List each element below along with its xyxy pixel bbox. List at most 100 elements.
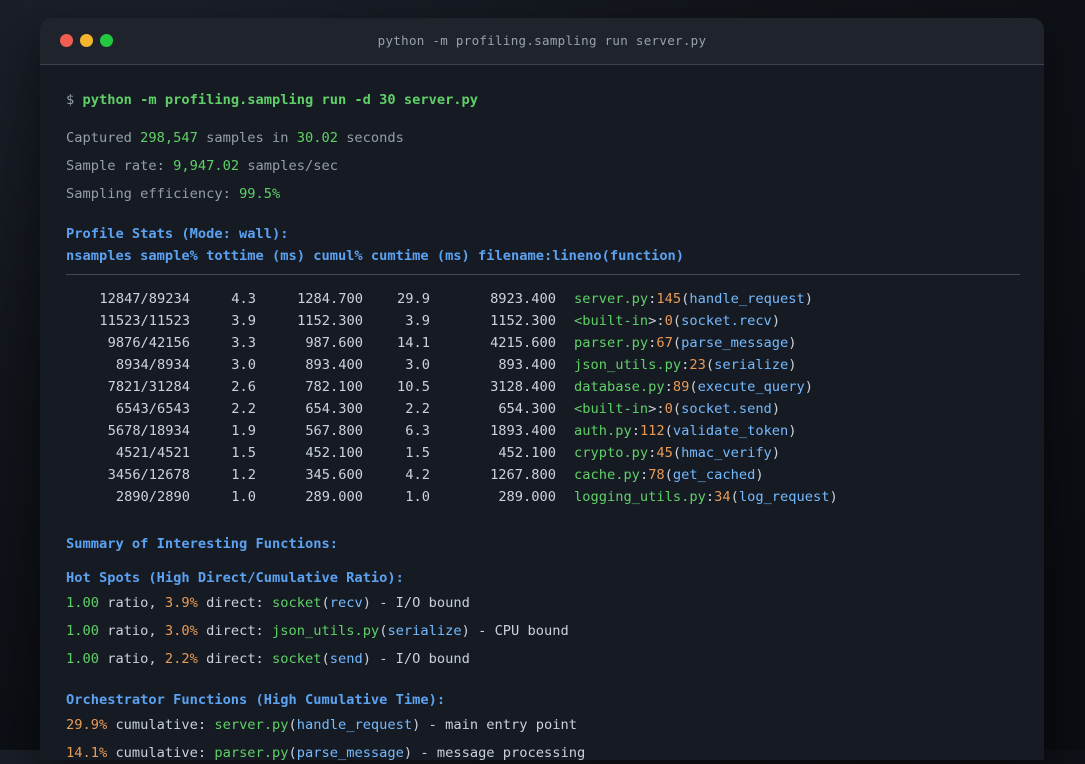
table-cell: 1.0 bbox=[231, 489, 256, 505]
text-segment: execute_query bbox=[697, 379, 805, 395]
table-cell: 1.0 bbox=[405, 489, 430, 505]
orchestrator-line: 14.1% cumulative: parser.py(parse_messag… bbox=[66, 742, 1020, 764]
table-row: 7821/31284 2.6 782.100 10.5 3128.400 database… bbox=[66, 376, 1020, 398]
text-segment: 298,547 bbox=[140, 130, 198, 146]
table-row: 6543/6543 2.2 654.300 2.2 654.300 <built-in>:… bbox=[66, 398, 1020, 420]
table-cell: 3.9 bbox=[405, 313, 430, 329]
text-segment: ) bbox=[829, 489, 838, 505]
text-segment: 14.1% bbox=[66, 745, 108, 761]
table-cell: 2890/2890 bbox=[115, 489, 190, 505]
text-segment: ratio, bbox=[98, 595, 165, 611]
text-segment: 30.02 bbox=[296, 130, 338, 146]
table-cell: 11523/11523 bbox=[99, 313, 190, 329]
table-cell: 1.9 bbox=[231, 423, 256, 439]
table-cell: 893.400 bbox=[305, 357, 363, 373]
command-line: $ python -m profiling.sampling run -d 30… bbox=[66, 89, 1020, 111]
text-segment: validate_token bbox=[672, 423, 789, 439]
table-cell: 4521/4521 bbox=[115, 445, 190, 461]
text-segment: 3.9% bbox=[164, 595, 198, 611]
text-segment: ( bbox=[321, 595, 330, 611]
text-segment: ) bbox=[755, 467, 764, 483]
table-cell: 345.600 bbox=[305, 467, 363, 483]
table-cell: 14.1 bbox=[397, 335, 430, 351]
function-cell: json_utils.py:23(serialize) bbox=[574, 357, 797, 373]
table-cell: 1267.800 bbox=[490, 467, 556, 483]
terminal-window: python -m profiling.sampling run server.… bbox=[40, 18, 1044, 761]
text-segment: 89 bbox=[672, 379, 690, 395]
text-segment: cache.py bbox=[574, 467, 640, 483]
capture-stats-line: Captured 298,547 samples in 30.02 second… bbox=[66, 127, 1020, 149]
text-segment: ratio, bbox=[98, 651, 165, 667]
text-segment: socket.recv bbox=[681, 313, 772, 329]
table-cell: 2.6 bbox=[231, 379, 256, 395]
text-segment: ( bbox=[672, 335, 682, 351]
function-cell: server.py:145(handle_request) bbox=[574, 291, 813, 307]
table-cell: 452.100 bbox=[305, 445, 363, 461]
text-segment: socket bbox=[272, 651, 322, 667]
table-cell: 3456/12678 bbox=[107, 467, 190, 483]
table-row: 4521/4521 1.5 452.100 1.5 452.100 crypto.py:4… bbox=[66, 442, 1020, 464]
text-segment: handle_request bbox=[296, 717, 413, 733]
window-title: python -m profiling.sampling run server.… bbox=[377, 33, 707, 48]
function-cell: database.py:89(execute_query) bbox=[574, 379, 813, 395]
table-cell: 987.600 bbox=[305, 335, 363, 351]
table-cell: 1.2 bbox=[231, 467, 256, 483]
text-segment: get_cached bbox=[672, 467, 756, 483]
command-text: python -m profiling.sampling run -d 30 s… bbox=[82, 92, 479, 108]
text-segment: ( bbox=[672, 445, 682, 461]
text-segment: direct: bbox=[197, 651, 273, 667]
text-segment: socket.send bbox=[681, 401, 772, 417]
table-cell: 8934/8934 bbox=[115, 357, 190, 373]
text-segment: 45 bbox=[656, 445, 673, 461]
text-segment: 0 bbox=[664, 313, 673, 329]
text-segment: database.py bbox=[574, 379, 665, 395]
table-cell: 10.5 bbox=[397, 379, 430, 395]
table-cell: 654.300 bbox=[498, 401, 556, 417]
text-segment: 112 bbox=[639, 423, 665, 439]
table-row: 3456/12678 1.2 345.600 4.2 1267.800 cache.py:… bbox=[66, 464, 1020, 486]
text-segment: : bbox=[631, 423, 640, 439]
text-segment: ) - I/O bound bbox=[362, 595, 470, 611]
function-cell: <built-in>:0(socket.send) bbox=[574, 401, 780, 417]
text-segment: ( bbox=[288, 745, 297, 761]
table-cell: 1284.700 bbox=[297, 291, 363, 307]
text-segment: ) - main entry point bbox=[412, 717, 577, 733]
stats-table: 12847/89234 4.3 1284.700 29.9 8923.400 server… bbox=[66, 288, 1020, 508]
text-segment: 2.2% bbox=[164, 651, 198, 667]
table-cell: 3.0 bbox=[231, 357, 256, 373]
text-segment: 1.00 bbox=[66, 651, 99, 667]
text-segment: handle_request bbox=[689, 291, 805, 307]
text-segment: 78 bbox=[648, 467, 665, 483]
text-segment: 1.00 bbox=[66, 623, 99, 639]
text-segment: 9,947.02 bbox=[173, 158, 240, 174]
text-segment: hmac_verify bbox=[681, 445, 772, 461]
table-cell: 452.100 bbox=[498, 445, 556, 461]
text-segment: : bbox=[664, 379, 673, 395]
function-cell: parser.py:67(parse_message) bbox=[574, 335, 797, 351]
function-cell: crypto.py:45(hmac_verify) bbox=[574, 445, 780, 461]
table-cell: 4.3 bbox=[231, 291, 256, 307]
table-cell: 8923.400 bbox=[490, 291, 556, 307]
text-segment: auth.py bbox=[574, 423, 632, 439]
text-segment: ( bbox=[689, 379, 698, 395]
text-segment: <built-in bbox=[574, 401, 649, 417]
text-segment: Sampling efficiency: bbox=[66, 186, 240, 202]
text-segment: ) - CPU bound bbox=[461, 623, 569, 639]
text-segment: cumulative: bbox=[107, 745, 215, 761]
table-divider bbox=[66, 274, 1020, 275]
text-segment: recv bbox=[329, 595, 363, 611]
text-segment: crypto.py bbox=[574, 445, 649, 461]
text-segment: ) bbox=[804, 379, 814, 395]
text-segment: json_utils.py bbox=[272, 623, 380, 639]
text-segment: ( bbox=[730, 489, 739, 505]
table-cell: 289.000 bbox=[305, 489, 363, 505]
efficiency-line: Sampling efficiency: 99.5% bbox=[66, 183, 1020, 205]
text-segment: >: bbox=[648, 401, 665, 417]
table-cell: 5678/18934 bbox=[107, 423, 190, 439]
text-segment: server.py bbox=[214, 717, 289, 733]
text-segment: samples/sec bbox=[239, 158, 338, 174]
table-cell: 3.0 bbox=[405, 357, 430, 373]
table-cell: 1.5 bbox=[231, 445, 256, 461]
orchestrator-title: Orchestrator Functions (High Cumulative … bbox=[66, 692, 446, 708]
text-segment: Sample rate: bbox=[66, 158, 174, 174]
